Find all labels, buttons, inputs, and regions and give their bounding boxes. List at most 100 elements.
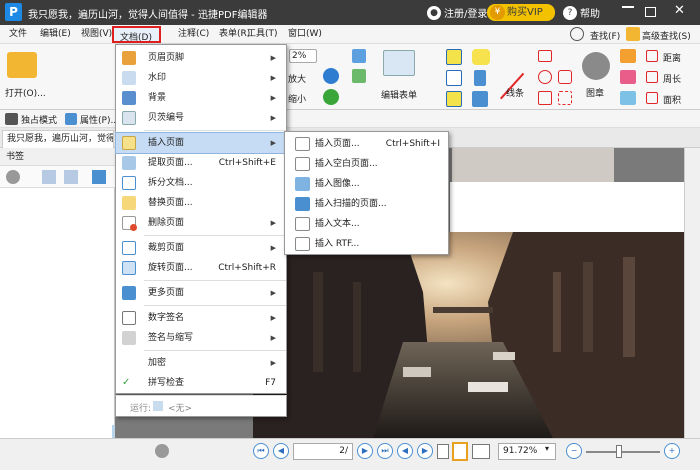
- menu-item-header-footer[interactable]: 页眉页脚 ▶: [116, 48, 286, 68]
- submenu-item-insert-scanned-pages[interactable]: 插入扫描的页面...: [285, 194, 448, 214]
- menu-item-encrypt[interactable]: 加密 ▶: [116, 353, 286, 373]
- forward-button[interactable]: ▶: [417, 443, 433, 459]
- menu-item-delete-pages[interactable]: 删除页面 ▶: [116, 213, 286, 233]
- menu-separator: [144, 280, 286, 281]
- zoom-slider-track[interactable]: [586, 451, 660, 453]
- edit-form-icon[interactable]: [383, 50, 415, 76]
- rotate-icon[interactable]: [323, 89, 339, 105]
- menu-item-extract-pages[interactable]: 提取页面... Ctrl+Shift+E: [116, 153, 286, 173]
- buy-vip-button[interactable]: ¥ 购买VIP: [487, 4, 555, 21]
- advanced-find-icon[interactable]: [626, 27, 640, 41]
- text-box-icon[interactable]: [446, 91, 462, 107]
- submenu-item-insert-rtf[interactable]: 插入 RTF...: [285, 234, 448, 254]
- menu-item-insert-page[interactable]: 插入页面 ▶: [115, 132, 287, 154]
- arrow-shape-icon[interactable]: [538, 50, 552, 62]
- zoom-slider-thumb[interactable]: [616, 445, 622, 458]
- gear-icon[interactable]: [6, 170, 20, 184]
- zoom-out-button[interactable]: −: [566, 443, 582, 459]
- continuous-page-icon[interactable]: [452, 442, 468, 461]
- note-icon[interactable]: [472, 49, 490, 65]
- next-page-button[interactable]: ▶: [357, 443, 373, 459]
- submenu-item-insert-image[interactable]: 插入图像...: [285, 174, 448, 194]
- user-icon: ●: [427, 5, 441, 20]
- menu-item-split-document[interactable]: 拆分文档...: [116, 173, 286, 193]
- login-button[interactable]: ● 注册/登录: [427, 4, 487, 21]
- menu-edit[interactable]: 编辑(E): [40, 25, 71, 44]
- open-folder-icon[interactable]: [7, 52, 37, 78]
- close-icon[interactable]: ✕: [674, 3, 685, 18]
- solo-mode-label[interactable]: 独占模式: [21, 113, 57, 126]
- highlight-icon[interactable]: [620, 91, 636, 105]
- snapshot-icon[interactable]: [352, 69, 366, 83]
- menu-document[interactable]: 文档(D): [112, 26, 161, 43]
- ellipse-icon[interactable]: [538, 70, 552, 84]
- zoom-in-icon[interactable]: [323, 68, 339, 84]
- last-page-button[interactable]: ⏭: [377, 443, 393, 459]
- zoom-dropdown-icon[interactable]: ▾: [545, 444, 549, 453]
- menu-window[interactable]: 窗口(W): [288, 25, 322, 44]
- advanced-find-label[interactable]: 高级查找(S): [642, 29, 691, 42]
- vertical-scrollbar[interactable]: [684, 148, 700, 438]
- menu-file[interactable]: 文件: [9, 25, 27, 44]
- menu-item-sign-initials[interactable]: 签名与缩写 ▶: [116, 328, 286, 348]
- typewriter-icon[interactable]: [446, 49, 462, 65]
- properties-icon[interactable]: [65, 113, 77, 125]
- minimize-icon[interactable]: [622, 6, 634, 8]
- submenu-arrow-icon: ▶: [270, 94, 276, 102]
- menu-item-replace-pages[interactable]: 替换页面...: [116, 193, 286, 213]
- single-page-icon[interactable]: [437, 444, 449, 459]
- help-button[interactable]: ? 帮助: [563, 4, 600, 21]
- menu-item-crop-pages[interactable]: 裁剪页面 ▶: [116, 238, 286, 258]
- strikeout-icon[interactable]: [446, 70, 462, 86]
- coin-icon: ¥: [490, 5, 505, 20]
- pencil-icon[interactable]: [620, 49, 636, 63]
- zoom-value-field[interactable]: 2%: [289, 49, 317, 63]
- hand-icon[interactable]: [5, 113, 18, 125]
- bookmark-add-icon[interactable]: [42, 170, 56, 184]
- zoom-in-button[interactable]: +: [664, 443, 680, 459]
- facing-page-icon[interactable]: [472, 444, 490, 459]
- back-button[interactable]: ◀: [397, 443, 413, 459]
- submenu-item-insert-text[interactable]: 插入文本...: [285, 214, 448, 234]
- menu-item-spell-check[interactable]: ✓ 拼写检查 F7: [116, 373, 286, 393]
- menu-view[interactable]: 视图(V): [81, 25, 112, 44]
- first-page-button[interactable]: ⏮: [253, 443, 269, 459]
- menu-comment[interactable]: 注释(C): [178, 25, 209, 44]
- eraser-icon[interactable]: [620, 70, 636, 84]
- menu-separator: [144, 130, 286, 131]
- distance-icon[interactable]: [646, 50, 658, 62]
- area-icon[interactable]: [646, 92, 658, 104]
- polygon-icon[interactable]: [558, 70, 572, 84]
- rectangle-icon[interactable]: [538, 91, 552, 105]
- menu-item-more-pages[interactable]: 更多页面 ▶: [116, 283, 286, 303]
- settings-gear-icon[interactable]: [155, 444, 169, 458]
- menu-item-watermark[interactable]: 水印 ▶: [116, 68, 286, 88]
- bookmark-expand-icon[interactable]: [64, 170, 78, 184]
- page-photo: [253, 232, 684, 438]
- menu-item-background[interactable]: 背景 ▶: [116, 88, 286, 108]
- perimeter-icon[interactable]: [646, 71, 658, 83]
- find-icon[interactable]: [570, 27, 584, 41]
- submenu-item-insert-blank-page[interactable]: 插入空白页面...: [285, 154, 448, 174]
- menu-item-bates-numbering[interactable]: 贝茨编号 ▶: [116, 108, 286, 128]
- menu-tools[interactable]: 工具(T): [247, 25, 278, 44]
- page-number-field[interactable]: 2/: [293, 443, 353, 460]
- background-icon: [122, 91, 136, 105]
- find-label[interactable]: 查找(F): [590, 29, 620, 42]
- stamp-icon[interactable]: [582, 52, 610, 80]
- submenu-item-insert-pages[interactable]: 插入页面... Ctrl+Shift+I: [285, 134, 448, 154]
- extract-icon: [122, 156, 136, 170]
- menu-form[interactable]: 表单(R): [219, 25, 250, 44]
- previous-page-button[interactable]: ◀: [273, 443, 289, 459]
- run-value: <无>: [168, 404, 193, 414]
- attachment-icon[interactable]: [474, 70, 486, 86]
- select-icon[interactable]: [352, 49, 366, 63]
- sound-icon[interactable]: [472, 91, 488, 107]
- document-tab[interactable]: 我只愿我，遍历山河，觉得人: [2, 130, 114, 148]
- maximize-icon[interactable]: [645, 7, 656, 17]
- bookmark-new-icon[interactable]: [92, 170, 106, 184]
- menu-item-rotate-pages[interactable]: 旋转页面... Ctrl+Shift+R: [116, 258, 286, 278]
- menu-item-digital-signature[interactable]: 数字签名 ▶: [116, 308, 286, 328]
- properties-label[interactable]: 属性(P)...: [80, 113, 119, 126]
- cloud-icon[interactable]: [558, 91, 572, 105]
